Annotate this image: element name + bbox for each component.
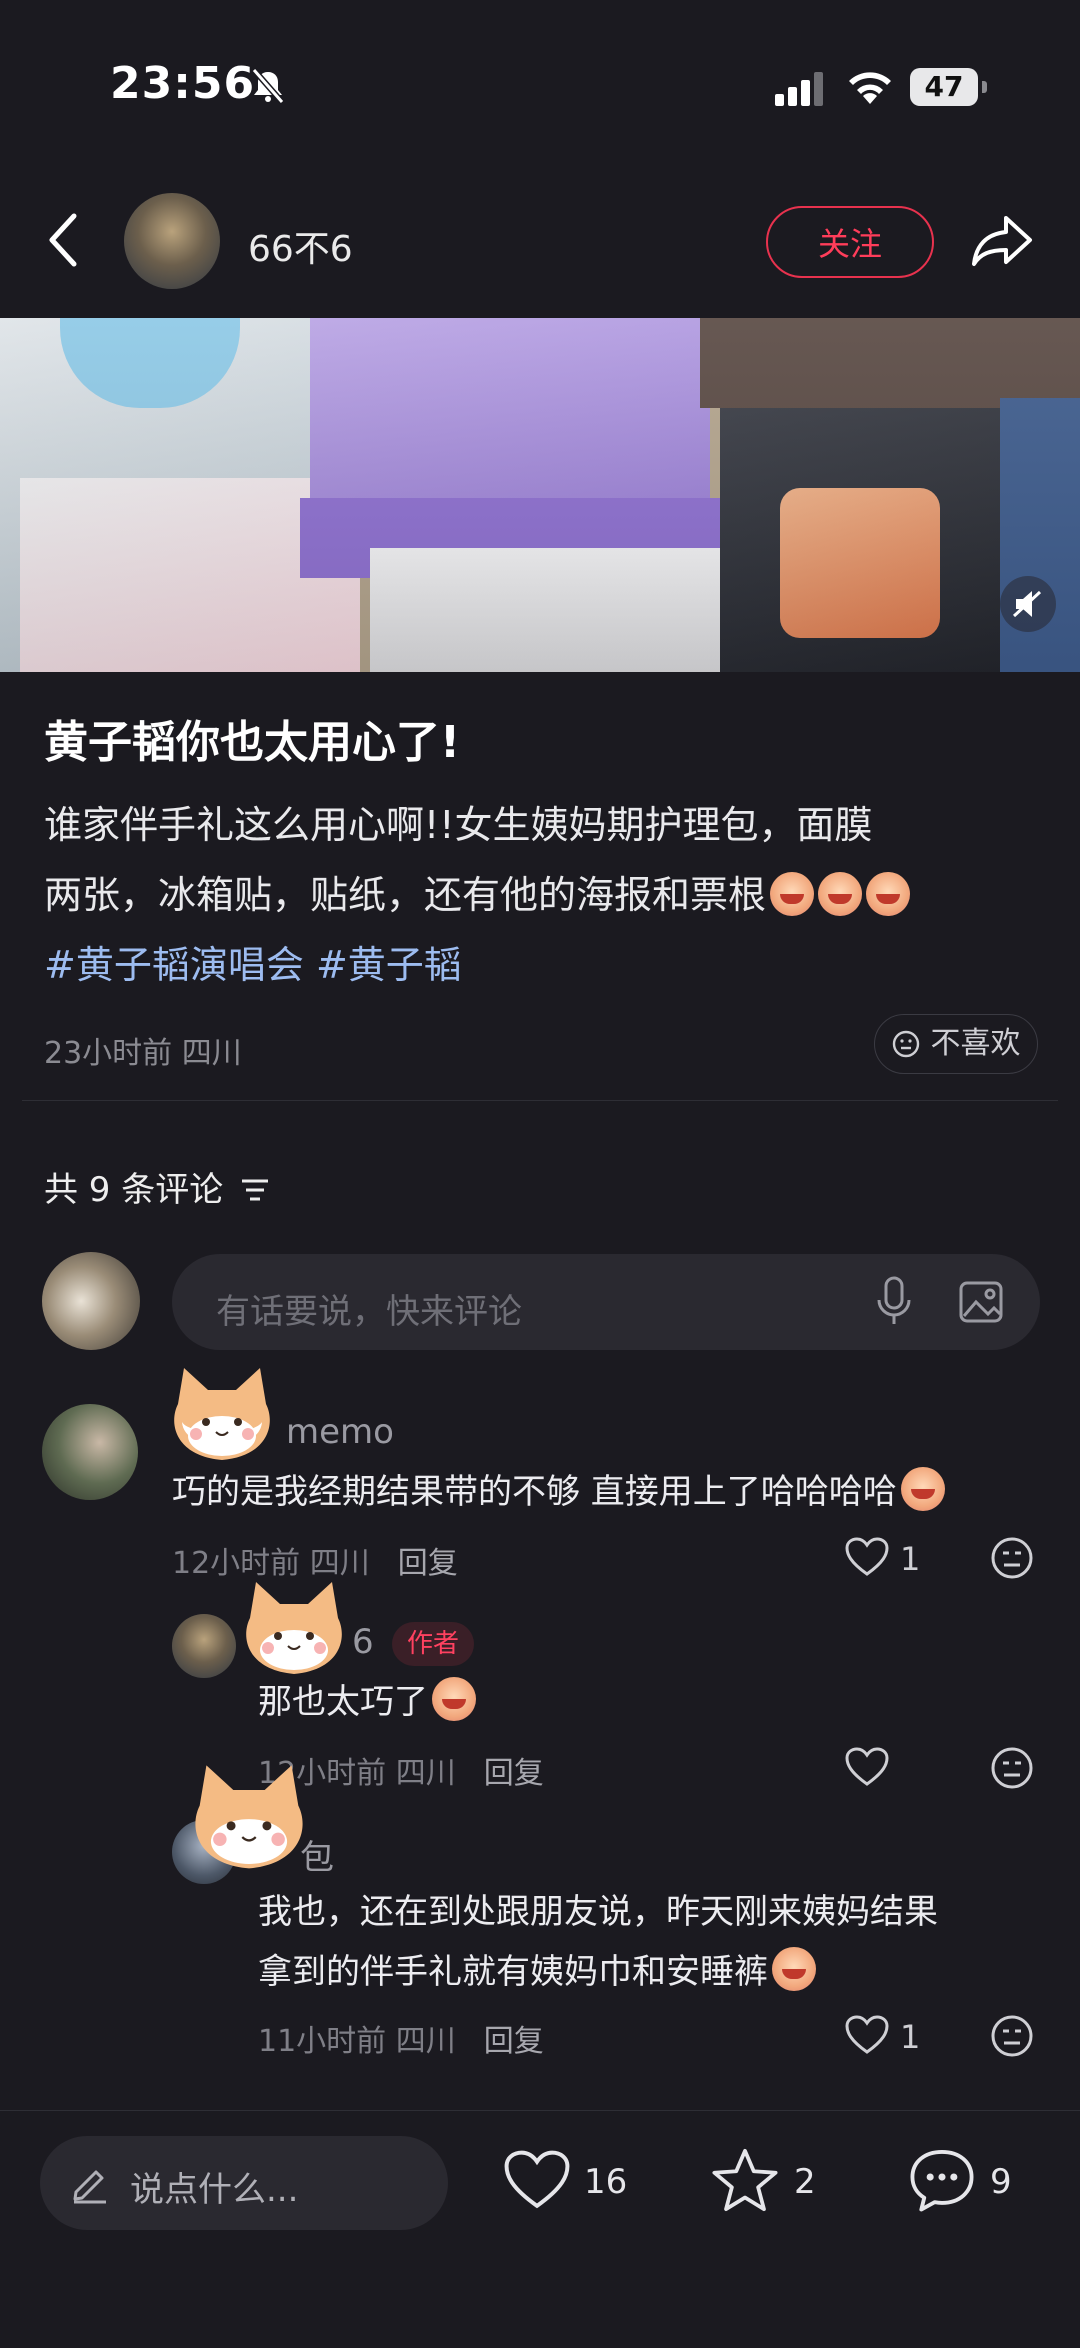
post-body-text: 两张，冰箱贴，贴纸，还有他的海报和票根 [44, 873, 767, 917]
comment-meta: 11小时前 四川 回复 [258, 2016, 544, 2060]
bottom-input-placeholder[interactable]: 说点什么... [130, 2162, 298, 2211]
cat-sticker-icon [174, 1368, 270, 1460]
reply-button[interactable]: 回复 [484, 2024, 544, 2059]
comment-meta: 12小时前 四川 回复 [172, 1538, 458, 1582]
reply-button[interactable]: 回复 [484, 1756, 544, 1791]
cat-sticker-icon [195, 1765, 303, 1869]
comment-text: 巧的是我经期结果带的不够 直接用上了哈哈哈哈 [172, 1462, 945, 1522]
like-count: 1 [900, 1540, 921, 1578]
neutral-face-icon[interactable] [990, 1746, 1034, 1790]
post-tags: #黄子韬演唱会 #黄子韬 [44, 930, 1044, 1000]
signal-icon [775, 72, 823, 106]
heart-icon[interactable] [502, 2148, 572, 2212]
bell-muted-icon [251, 68, 285, 104]
my-avatar [42, 1252, 140, 1350]
comment-text: 我也，还在到处跟朋友说，昨天刚来姨妈结果 拿到的伴手礼就有姨妈巾和安睡裤 [258, 1882, 1038, 2002]
crying-emoji-icon [818, 872, 863, 916]
status-time: 23:56 [110, 58, 256, 109]
author-name[interactable]: 66不6 [248, 220, 353, 272]
crying-emoji-icon [866, 872, 911, 916]
post-body-line: 谁家伴手礼这么用心啊!!女生姨妈期护理包，面膜 [44, 803, 873, 847]
crying-emoji-icon [432, 1677, 476, 1721]
comment-count: 9 [990, 2162, 1012, 2202]
comment-input-placeholder[interactable]: 有话要说，快来评论 [216, 1284, 522, 1333]
comment-bubble-icon[interactable] [906, 2146, 978, 2214]
heart-icon[interactable] [844, 1536, 890, 1578]
post-image[interactable] [0, 318, 1080, 672]
comment-text-content: 拿到的伴手礼就有姨妈巾和安睡裤 [258, 1952, 768, 1992]
post-meta: 23小时前 四川 [44, 1028, 242, 1072]
commenter-avatar[interactable] [42, 1404, 138, 1500]
follow-button[interactable]: 关注 [766, 206, 934, 278]
comment-count-label: 共 9 条评论 [44, 1170, 224, 1210]
post-title: 黄子韬你也太用心了! [44, 717, 461, 768]
cat-sticker-icon [246, 1582, 342, 1674]
like-count: 1 [900, 2018, 921, 2056]
battery-indicator: 47 [910, 68, 987, 106]
crying-emoji-icon [770, 872, 815, 916]
comment-count[interactable]: 共 9 条评论 [44, 1162, 270, 1211]
author-avatar[interactable] [124, 193, 220, 289]
comment-time: 12小时前 [172, 1546, 301, 1581]
comment-location: 四川 [395, 2024, 456, 2059]
author-badge: 作者 [392, 1622, 474, 1666]
dislike-label: 不喜欢 [930, 1026, 1021, 1061]
divider [0, 2110, 1080, 2111]
sound-muted-icon[interactable] [1000, 576, 1056, 632]
pencil-icon [73, 2170, 106, 2204]
comment-text-content: 那也太巧了 [258, 1682, 428, 1722]
hashtag-link[interactable]: #黄子韬 [316, 943, 462, 987]
commenter-name[interactable]: 6 [352, 1622, 374, 1662]
crying-emoji-icon [900, 1467, 945, 1511]
sort-icon[interactable] [240, 1177, 270, 1203]
back-arrow-icon[interactable] [48, 212, 78, 268]
post-body-line: 两张，冰箱贴，贴纸，还有他的海报和票根 [44, 860, 1044, 930]
neutral-face-icon[interactable] [990, 1536, 1034, 1580]
post-location: 四川 [181, 1036, 242, 1071]
reply-button[interactable]: 回复 [398, 1546, 458, 1581]
image-icon[interactable] [958, 1280, 1004, 1324]
like-count: 16 [584, 2162, 628, 2202]
dislike-button[interactable]: 不喜欢 [874, 1014, 1038, 1074]
neutral-face-icon[interactable] [990, 2014, 1034, 2058]
comment-text-line: 拿到的伴手礼就有姨妈巾和安睡裤 [258, 1942, 1038, 2002]
comment-text-content: 巧的是我经期结果带的不够 直接用上了哈哈哈哈 [172, 1472, 897, 1512]
post-body: 谁家伴手礼这么用心啊!!女生姨妈期护理包，面膜 两张，冰箱贴，贴纸，还有他的海报… [44, 790, 1044, 1000]
crying-emoji-icon [772, 1947, 816, 1991]
comment-location: 四川 [309, 1546, 370, 1581]
comment-text: 那也太巧了 [258, 1672, 476, 1732]
heart-icon[interactable] [844, 2014, 890, 2056]
star-icon[interactable] [710, 2146, 780, 2214]
post-time: 23小时前 [44, 1036, 173, 1071]
microphone-icon[interactable] [874, 1276, 914, 1328]
star-count: 2 [794, 2162, 816, 2202]
heart-icon[interactable] [844, 1746, 890, 1788]
neutral-face-icon [892, 1030, 920, 1058]
divider [22, 1100, 1058, 1101]
commenter-name[interactable]: memo [286, 1412, 394, 1452]
comment-location: 四川 [395, 1756, 456, 1791]
share-icon[interactable] [970, 212, 1034, 268]
hashtag-link[interactable]: #黄子韬演唱会 [44, 943, 304, 987]
commenter-name[interactable]: 包 [300, 1830, 334, 1879]
comment-text-line: 我也，还在到处跟朋友说，昨天刚来姨妈结果 [258, 1892, 938, 1932]
commenter-avatar[interactable] [172, 1614, 236, 1678]
wifi-icon [849, 72, 891, 104]
comment-time: 11小时前 [258, 2024, 387, 2059]
